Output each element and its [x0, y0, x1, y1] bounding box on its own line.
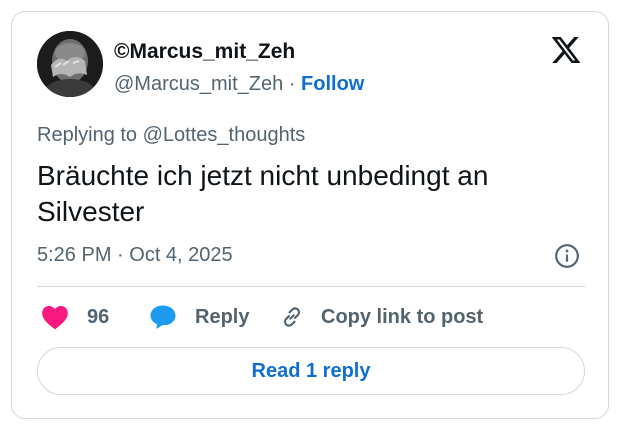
- separator-dot: ·: [288, 73, 302, 95]
- like-count: 96: [87, 306, 110, 328]
- copy-link-label: Copy link to post: [321, 306, 484, 328]
- replying-to-line: Replying to @Lottes_thoughts: [37, 123, 305, 147]
- like-button[interactable]: 96: [41, 302, 109, 332]
- heart-icon: [41, 304, 69, 330]
- post-text: Bräuchte ich jetzt nicht unbedingt an Si…: [37, 160, 489, 227]
- author-name[interactable]: ©Marcus_mit_Zeh: [114, 40, 295, 64]
- action-bar: 96 Reply Copy link to post: [37, 302, 585, 332]
- copy-link-button[interactable]: Copy link to post: [279, 302, 483, 332]
- author-handle[interactable]: @Marcus_mit_Zeh: [114, 73, 283, 95]
- info-icon[interactable]: [554, 243, 580, 269]
- post-timestamp[interactable]: 5:26 PM · Oct 4, 2025: [37, 243, 233, 267]
- embedded-post-card: ©Marcus_mit_Zeh @Marcus_mit_Zeh · Follow…: [11, 11, 609, 419]
- read-replies-button[interactable]: Read 1 reply: [37, 347, 585, 395]
- link-icon: [279, 304, 305, 330]
- replying-to-handle[interactable]: @Lottes_thoughts: [143, 124, 306, 146]
- follow-button[interactable]: Follow: [301, 73, 364, 95]
- x-logo-icon[interactable]: [549, 34, 583, 66]
- avatar[interactable]: [37, 31, 103, 97]
- divider: [37, 286, 585, 287]
- reply-label: Reply: [195, 306, 250, 328]
- replying-prefix: Replying to: [37, 124, 143, 146]
- author-handle-row: @Marcus_mit_Zeh · Follow: [114, 72, 364, 96]
- reply-button[interactable]: Reply: [149, 302, 249, 332]
- speech-bubble-icon: [149, 304, 177, 330]
- avatar-image: [37, 31, 103, 97]
